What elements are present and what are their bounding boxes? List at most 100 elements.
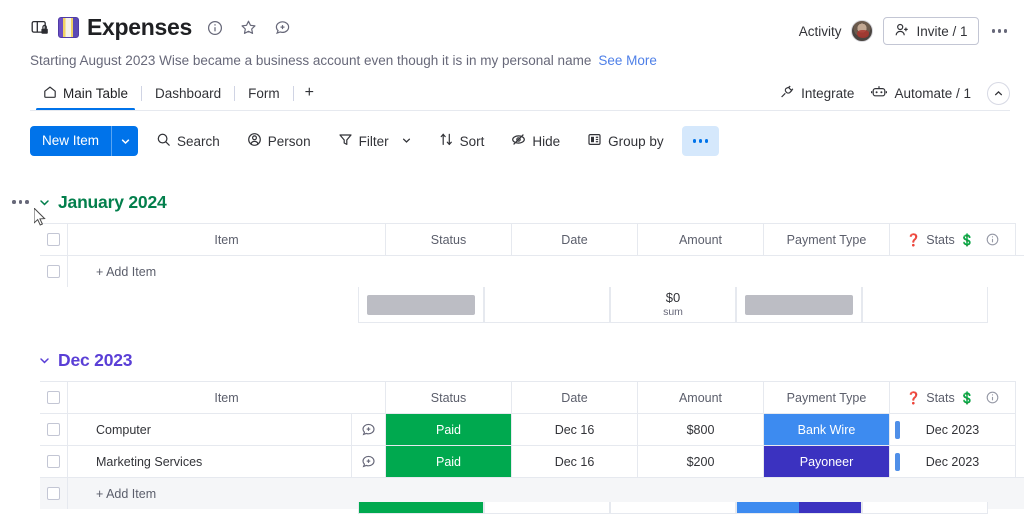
row-checkbox-cell bbox=[40, 445, 68, 477]
info-icon[interactable] bbox=[986, 233, 999, 246]
column-header-stats[interactable]: ❓ Stats 💲 bbox=[890, 381, 1016, 413]
summary-date-cell[interactable] bbox=[484, 287, 610, 323]
column-header-amount[interactable]: Amount bbox=[638, 223, 764, 255]
chevron-down-icon[interactable] bbox=[112, 126, 138, 156]
add-comment-icon[interactable] bbox=[351, 414, 385, 445]
column-header-payment-type[interactable]: Payment Type bbox=[764, 223, 890, 255]
row-date-cell[interactable]: Dec 16 bbox=[512, 413, 638, 445]
column-header-status[interactable]: Status bbox=[386, 223, 512, 255]
row-stats-value: Dec 2023 bbox=[925, 422, 980, 437]
column-header-item[interactable]: Item bbox=[68, 223, 386, 255]
row-item-name[interactable]: Marketing Services bbox=[68, 455, 351, 469]
robot-icon bbox=[870, 84, 888, 103]
row-stats-cell[interactable]: Dec 2023 bbox=[890, 413, 1016, 445]
row-stats-cell[interactable]: Dec 2023 bbox=[890, 445, 1016, 477]
automate-label: Automate / 1 bbox=[894, 85, 971, 101]
eye-off-icon bbox=[511, 132, 526, 150]
chevron-down-icon[interactable] bbox=[34, 196, 54, 209]
table-header-row: Item Status Date Amount Payment Type ❓ S… bbox=[40, 223, 1024, 255]
hide-button[interactable]: Hide bbox=[502, 126, 569, 156]
board-description: Starting August 2023 Wise became a busin… bbox=[30, 53, 592, 68]
summary-amount-cell[interactable]: $0 sum bbox=[610, 287, 736, 323]
group-title[interactable]: Dec 2023 bbox=[58, 350, 132, 371]
view-tabs: Main Table Dashboard Form + bbox=[30, 78, 325, 111]
row-payment-type-cell[interactable]: Bank Wire bbox=[764, 413, 890, 445]
hide-label: Hide bbox=[532, 133, 561, 149]
add-comment-icon[interactable] bbox=[351, 446, 385, 477]
chevron-down-icon[interactable] bbox=[34, 354, 54, 367]
tab-main-table[interactable]: Main Table bbox=[30, 78, 141, 111]
summary-status-cell[interactable] bbox=[358, 287, 484, 323]
chevron-up-icon[interactable] bbox=[987, 81, 1010, 105]
tab-dashboard[interactable]: Dashboard bbox=[142, 78, 234, 108]
group-table: Item Status Date Amount Payment Type ❓ S… bbox=[0, 223, 1024, 323]
sort-label: Sort bbox=[459, 133, 485, 149]
board-header: Expenses Activity Invite / 1 Starting Au… bbox=[0, 0, 1024, 68]
question-mark-emoji: ❓ bbox=[906, 390, 922, 405]
row-checkbox[interactable] bbox=[47, 423, 60, 436]
table-row[interactable]: Computer Paid Dec 16 $800 Bank Wire Dec … bbox=[40, 413, 1024, 445]
column-header-payment-type[interactable]: Payment Type bbox=[764, 381, 890, 413]
new-item-button[interactable]: New Item bbox=[30, 126, 139, 156]
column-header-stats-label: Stats bbox=[926, 390, 955, 405]
person-button[interactable]: Person bbox=[238, 126, 320, 156]
search-label: Search bbox=[177, 133, 220, 149]
see-more-link[interactable]: See More bbox=[598, 53, 657, 68]
more-options-icon[interactable] bbox=[989, 25, 1011, 37]
group-january-2024: January 2024 Item Status Date Amount Pay… bbox=[0, 190, 1024, 323]
integrate-button[interactable]: Integrate bbox=[779, 84, 854, 103]
person-label: Person bbox=[267, 133, 311, 149]
tab-label: Main Table bbox=[63, 85, 129, 101]
sort-button[interactable]: Sort bbox=[430, 126, 494, 156]
group-by-button[interactable]: Group by bbox=[578, 126, 673, 156]
row-date-cell[interactable]: Dec 16 bbox=[512, 445, 638, 477]
avatar[interactable] bbox=[851, 20, 874, 42]
chevron-down-icon[interactable] bbox=[401, 134, 412, 149]
question-mark-emoji: ❓ bbox=[906, 232, 922, 247]
new-item-label: New Item bbox=[42, 133, 100, 148]
column-header-date[interactable]: Date bbox=[512, 223, 638, 255]
search-button[interactable]: Search bbox=[147, 126, 229, 156]
summary-placeholder-bar bbox=[745, 294, 853, 315]
info-icon[interactable] bbox=[205, 18, 224, 37]
group-menu-icon[interactable] bbox=[12, 200, 34, 204]
toolbar-more-button[interactable] bbox=[681, 126, 720, 156]
select-all-checkbox[interactable] bbox=[47, 233, 60, 246]
table-row[interactable]: Marketing Services Paid Dec 16 $200 Payo… bbox=[40, 445, 1024, 477]
star-icon[interactable] bbox=[239, 18, 258, 37]
row-payment-type-cell[interactable]: Payoneer bbox=[764, 445, 890, 477]
column-header-amount[interactable]: Amount bbox=[638, 381, 764, 413]
column-header-status[interactable]: Status bbox=[386, 381, 512, 413]
add-item-button[interactable]: + Add Item bbox=[68, 255, 1024, 287]
add-item-row[interactable]: + Add Item bbox=[40, 255, 1024, 287]
payment-type-badge: Payoneer bbox=[764, 446, 889, 477]
activity-label[interactable]: Activity bbox=[799, 24, 842, 39]
add-update-icon[interactable] bbox=[273, 18, 292, 37]
tab-label: Form bbox=[248, 85, 280, 101]
invite-button[interactable]: Invite / 1 bbox=[883, 17, 979, 45]
tab-form[interactable]: Form bbox=[235, 78, 293, 108]
group-table: Item Status Date Amount Payment Type ❓ S… bbox=[0, 381, 1024, 509]
column-header-date[interactable]: Date bbox=[512, 381, 638, 413]
group-title[interactable]: January 2024 bbox=[58, 192, 167, 213]
row-amount-cell[interactable]: $800 bbox=[638, 413, 764, 445]
info-icon[interactable] bbox=[986, 391, 999, 404]
row-status-cell[interactable]: Paid bbox=[386, 413, 512, 445]
filter-button[interactable]: Filter bbox=[329, 126, 421, 156]
row-item-name[interactable]: Computer bbox=[68, 423, 351, 437]
column-header-item[interactable]: Item bbox=[68, 381, 386, 413]
row-status-cell[interactable]: Paid bbox=[386, 445, 512, 477]
summary-stats-cell[interactable] bbox=[862, 287, 988, 323]
add-view-button[interactable]: + bbox=[294, 85, 325, 101]
select-all-checkbox[interactable] bbox=[47, 391, 60, 404]
select-all-checkbox-cell bbox=[40, 223, 68, 255]
integrate-icon bbox=[779, 84, 795, 103]
row-checkbox[interactable] bbox=[47, 265, 60, 278]
row-checkbox[interactable] bbox=[47, 455, 60, 468]
column-header-stats[interactable]: ❓ Stats 💲 bbox=[890, 223, 1016, 255]
summary-payment-type-cell[interactable] bbox=[736, 287, 862, 323]
row-checkbox[interactable] bbox=[47, 487, 60, 500]
row-amount-cell[interactable]: $200 bbox=[638, 445, 764, 477]
automate-button[interactable]: Automate / 1 bbox=[870, 84, 971, 103]
tab-label: Dashboard bbox=[155, 85, 222, 101]
